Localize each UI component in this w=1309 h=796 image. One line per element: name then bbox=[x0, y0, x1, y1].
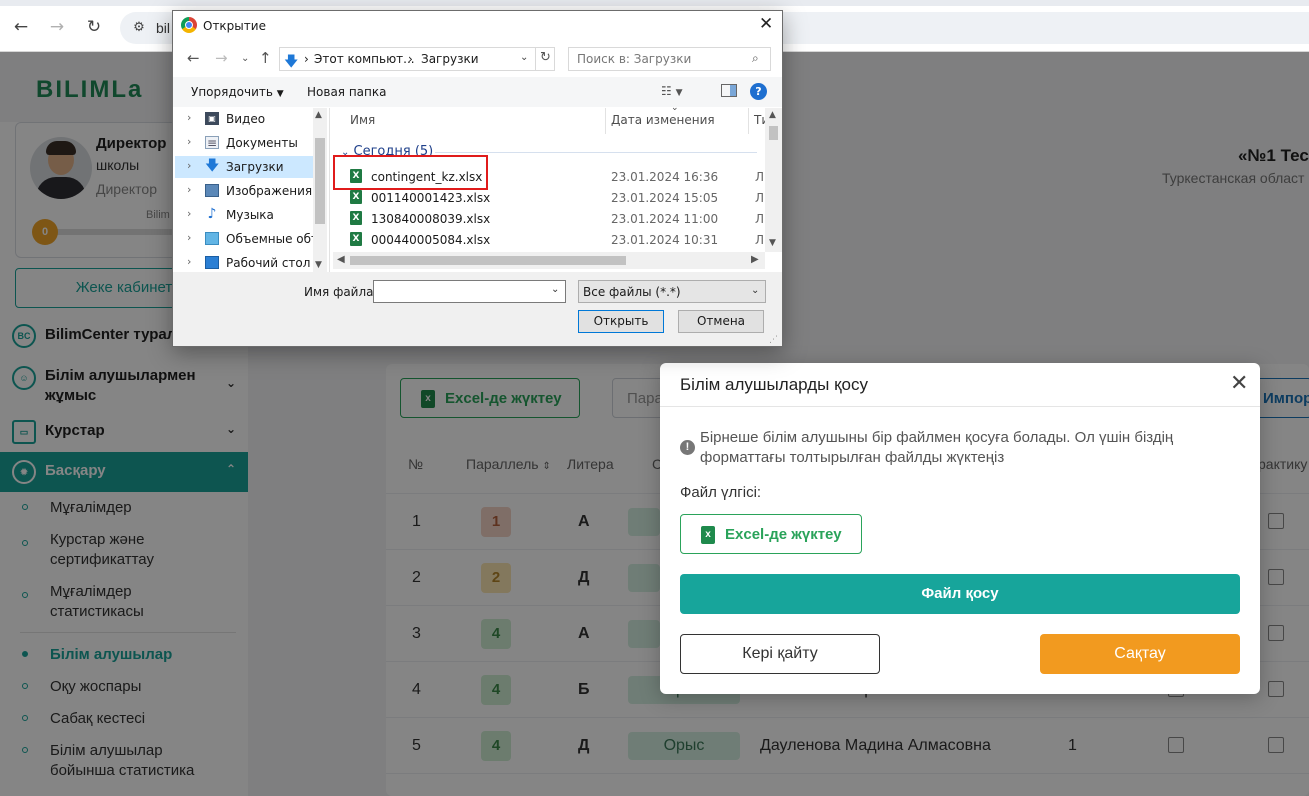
group-divider bbox=[435, 152, 757, 153]
scroll-thumb[interactable] bbox=[769, 126, 778, 140]
add-file-button[interactable]: Файл қосу bbox=[680, 574, 1240, 614]
scroll-thumb[interactable] bbox=[350, 256, 626, 265]
path-bar[interactable]: 🡇 › Этот компьют... › Загрузки ⌄ bbox=[279, 47, 555, 71]
images-icon bbox=[205, 184, 219, 197]
downloads-icon: 🡇 bbox=[284, 54, 299, 70]
dialog-title: Открытие bbox=[203, 19, 266, 33]
tree-item-desktop[interactable]: › Рабочий стол bbox=[175, 252, 313, 274]
resize-grip-icon[interactable]: ⋰ bbox=[769, 335, 778, 345]
reload-icon[interactable]: ↻ bbox=[83, 16, 105, 38]
close-icon[interactable]: ✕ bbox=[759, 14, 773, 34]
col-name[interactable]: Имя bbox=[350, 113, 375, 127]
downloads-icon: 🡇 bbox=[205, 158, 220, 174]
divider bbox=[660, 406, 1260, 407]
chevron-down-icon: ⌄ bbox=[751, 285, 760, 296]
column-separator[interactable] bbox=[748, 108, 749, 134]
modal-title: Білім алушыларды қосу bbox=[680, 375, 868, 394]
chrome-icon bbox=[181, 17, 197, 33]
search-icon: ⌕ bbox=[752, 51, 759, 65]
navigation-tree: › ▣ Видео › ≡ Документы › 🡇 Загрузки › И… bbox=[175, 108, 330, 272]
breadcrumb-downloads[interactable]: Загрузки bbox=[421, 52, 479, 66]
info-text: Бірнеше білім алушыны бір файлмен қосуға… bbox=[700, 429, 1174, 466]
tree-item-downloads[interactable]: › 🡇 Загрузки bbox=[175, 156, 313, 178]
file-type-select[interactable]: Все файлы (*.*) ⌄ bbox=[578, 280, 766, 303]
sort-chevron-icon: ⌄ bbox=[671, 103, 679, 113]
chevron-right-icon: › bbox=[187, 255, 192, 268]
file-list-scrollbar[interactable]: ▲ ▼ bbox=[765, 108, 782, 252]
filename-input[interactable]: ⌄ bbox=[373, 280, 566, 303]
search-input[interactable]: Поиск в: Загрузки ⌕ bbox=[568, 47, 771, 71]
back-button[interactable]: Кері қайту bbox=[680, 634, 880, 674]
forward-icon[interactable]: → bbox=[46, 16, 68, 38]
preview-pane-icon[interactable] bbox=[721, 84, 737, 97]
refresh-icon[interactable]: ↻ bbox=[535, 47, 555, 71]
tree-item-images[interactable]: › Изображения bbox=[175, 180, 313, 202]
video-icon: ▣ bbox=[205, 112, 219, 125]
chevron-right-icon: › bbox=[187, 207, 192, 220]
tree-scrollbar[interactable]: ▲ ▼ bbox=[313, 108, 327, 272]
scroll-down-icon: ▼ bbox=[769, 238, 776, 248]
chevron-right-icon: › bbox=[187, 135, 192, 148]
address-url: bil bbox=[156, 20, 171, 36]
highlight-annotation bbox=[333, 155, 488, 190]
filename-label: Имя файла: bbox=[304, 285, 378, 299]
path-sep-icon: › bbox=[408, 52, 413, 66]
open-file-dialog: Открытие ✕ ← → ⌄ ↑ 🡇 › Этот компьют... ›… bbox=[172, 10, 783, 347]
file-row[interactable]: X 000440005084.xlsx 23.01.2024 10:31 Ли bbox=[333, 229, 772, 250]
chevron-right-icon: › bbox=[187, 183, 192, 196]
breadcrumb-this-pc[interactable]: Этот компьют... bbox=[314, 52, 415, 66]
col-date[interactable]: Дата изменения bbox=[611, 113, 715, 127]
horizontal-scrollbar[interactable]: ◀ ▶ bbox=[333, 252, 765, 269]
tree-item-3d-objects[interactable]: › Объемные объ bbox=[175, 228, 314, 250]
tab-strip bbox=[0, 0, 1309, 6]
desktop-icon bbox=[205, 256, 219, 269]
file-sample-label: Файл үлгісі: bbox=[680, 484, 762, 501]
tree-item-video[interactable]: › ▣ Видео bbox=[175, 108, 313, 130]
up-arrow-icon[interactable]: ↑ bbox=[259, 49, 272, 67]
back-icon[interactable]: ← bbox=[10, 16, 32, 38]
chevron-down-icon[interactable]: ⌄ bbox=[551, 284, 559, 295]
tree-item-music[interactable]: › ♪ Музыка bbox=[175, 204, 313, 226]
recent-dropdown-icon[interactable]: ⌄ bbox=[241, 53, 249, 64]
site-settings-icon[interactable]: ⚙ bbox=[130, 19, 148, 37]
scroll-up-icon: ▲ bbox=[315, 110, 322, 120]
help-icon[interactable]: ? bbox=[750, 83, 767, 100]
excel-file-icon: X bbox=[350, 211, 362, 225]
excel-icon: x bbox=[701, 526, 715, 545]
view-options-icon[interactable]: ☷ ▼ bbox=[661, 84, 683, 98]
scroll-up-icon: ▲ bbox=[769, 110, 776, 120]
open-button[interactable]: Открыть bbox=[578, 310, 664, 333]
excel-file-icon: X bbox=[350, 190, 362, 204]
scroll-down-icon: ▼ bbox=[315, 260, 322, 270]
column-separator[interactable] bbox=[605, 108, 606, 134]
scroll-left-icon: ◀ bbox=[337, 254, 345, 265]
chevron-down-icon[interactable]: ⌄ bbox=[520, 52, 528, 63]
organize-button[interactable]: Упорядочить ▼ bbox=[191, 85, 284, 99]
documents-icon: ≡ bbox=[205, 136, 219, 150]
close-icon[interactable]: ✕ bbox=[1230, 371, 1248, 396]
pane-splitter[interactable] bbox=[329, 108, 330, 272]
forward-arrow-icon[interactable]: → bbox=[215, 49, 228, 67]
excel-file-icon: X bbox=[350, 232, 362, 246]
add-students-modal: Білім алушыларды қосу ✕ ! Бірнеше білім … bbox=[660, 363, 1260, 694]
3d-objects-icon bbox=[205, 232, 219, 245]
chevron-right-icon: › bbox=[187, 231, 192, 244]
tree-item-documents[interactable]: › ≡ Документы bbox=[175, 132, 313, 154]
file-row[interactable]: X 001140001423.xlsx 23.01.2024 15:05 Ли bbox=[333, 187, 772, 208]
save-button[interactable]: Сақтау bbox=[1040, 634, 1240, 674]
back-arrow-icon[interactable]: ← bbox=[187, 49, 200, 67]
scroll-thumb[interactable] bbox=[315, 138, 325, 224]
file-row[interactable]: X 130840008039.xlsx 23.01.2024 11:00 Ли bbox=[333, 208, 772, 229]
modal-excel-download-button[interactable]: x Excel-де жүктеу bbox=[680, 514, 862, 554]
scroll-right-icon: ▶ bbox=[751, 254, 759, 265]
new-folder-button[interactable]: Новая папка bbox=[307, 85, 386, 99]
info-icon: ! bbox=[680, 440, 695, 455]
path-sep-icon: › bbox=[304, 52, 309, 66]
music-icon: ♪ bbox=[207, 206, 217, 222]
chevron-right-icon: › bbox=[187, 111, 192, 124]
cancel-button[interactable]: Отмена bbox=[678, 310, 764, 333]
chevron-right-icon: › bbox=[187, 159, 192, 172]
